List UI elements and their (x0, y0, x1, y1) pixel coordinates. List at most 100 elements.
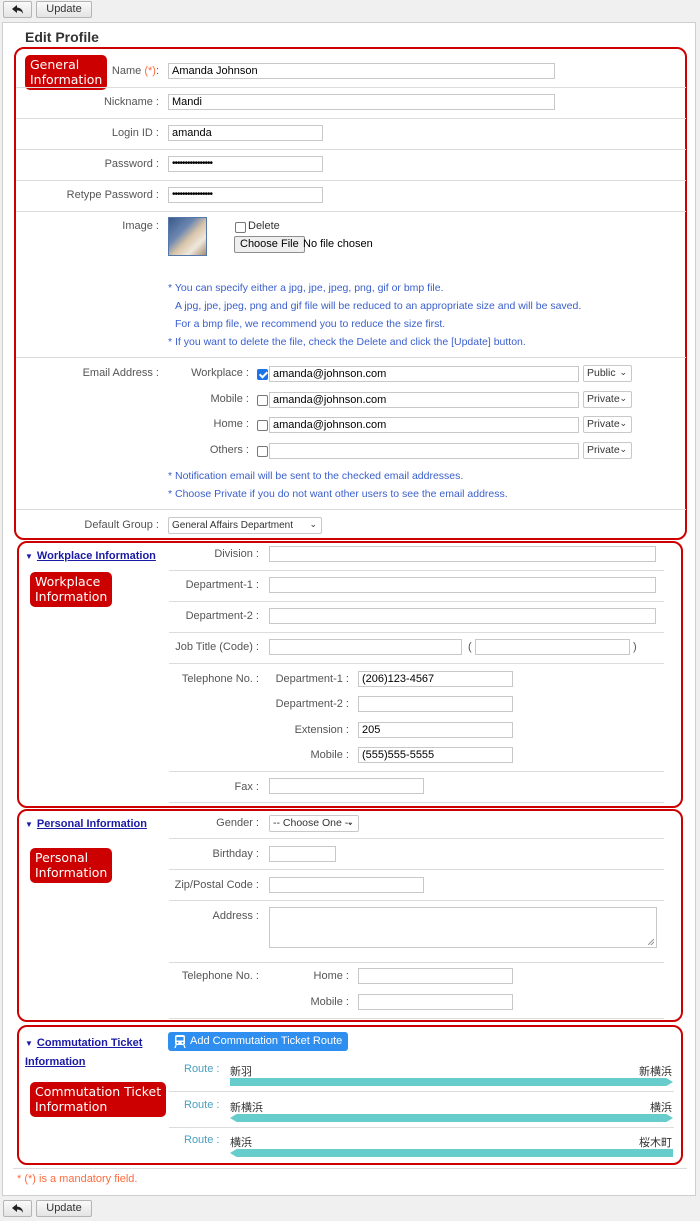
phone-dept2-label: Department-2 : (275, 698, 349, 710)
commutation-ticket-link[interactable]: ▼ Commutation Ticket Information (25, 1034, 142, 1071)
login-id-label: Login ID : (111, 127, 159, 139)
default-group-label: Default Group : (84, 519, 159, 531)
email-notify-checkbox[interactable] (257, 446, 268, 457)
personal-phone-mobile-input[interactable] (358, 994, 513, 1010)
department-1-input[interactable] (269, 577, 656, 593)
birthday-label: Birthday : (212, 848, 259, 860)
workplace-telephone-label: Telephone No. : (181, 673, 259, 685)
back-button[interactable] (3, 1, 32, 18)
gender-label: Gender : (216, 817, 259, 829)
job-title-input[interactable] (269, 639, 462, 655)
collapse-triangle-icon: ▼ (25, 1039, 33, 1048)
back-arrow-icon (11, 1204, 23, 1213)
back-button[interactable] (3, 1200, 32, 1217)
email-type-label: Home : (213, 418, 249, 430)
mandatory-field-note: * (*) is a mandatory field. (17, 1173, 138, 1185)
no-file-chosen-text: No file chosen (303, 238, 373, 250)
route-to: 新横浜 (639, 1066, 672, 1078)
route-from: 横浜 (230, 1137, 252, 1149)
password-input[interactable]: •••••••••••••••• (168, 156, 323, 172)
chevron-down-icon: ⌄ (619, 444, 627, 454)
choose-file-button[interactable]: Choose File (234, 236, 305, 253)
nickname-input[interactable]: Mandi (168, 94, 555, 110)
nickname-label: Nickname : (103, 96, 159, 108)
personal-information-tag: Personal Information (30, 848, 113, 883)
add-commutation-route-button[interactable]: Add Commutation Ticket Route (168, 1032, 349, 1051)
edit-profile-page: Edit Profile General Information Name (*… (2, 22, 696, 1196)
phone-dept1-input[interactable]: (206)123-4567 (358, 671, 513, 687)
login-id-input[interactable]: amanda (168, 125, 323, 141)
phone-mobile-label: Mobile : (310, 749, 349, 761)
phone-dept1-label: Department-1 : (275, 673, 349, 685)
phone-dept2-input[interactable] (358, 696, 513, 712)
birthday-input[interactable] (269, 846, 336, 862)
email-visibility-select[interactable]: Private ⌄ (583, 442, 632, 459)
route-from: 新羽 (230, 1066, 252, 1078)
job-title-label: Job Title (Code) : (175, 641, 259, 653)
image-note-4: * If you want to delete the file, check … (168, 336, 526, 348)
phone-extension-input[interactable]: 205 (358, 722, 513, 738)
fax-label: Fax : (234, 781, 259, 793)
personal-phone-home-label: Home : (313, 970, 349, 982)
phone-mobile-input[interactable]: (555)555-5555 (358, 747, 513, 763)
email-address-label: Email Address : (82, 367, 159, 379)
email-note-2: * Choose Private if you do not want othe… (168, 488, 508, 500)
personal-telephone-label: Telephone No. : (181, 970, 259, 982)
password-label: Password : (104, 158, 159, 170)
top-toolbar: Update (0, 0, 700, 22)
image-note-3: For a bmp file, we recommend you to redu… (175, 318, 446, 330)
retype-password-input[interactable]: •••••••••••••••• (168, 187, 323, 203)
paren-open: ( (468, 641, 472, 653)
fax-input[interactable] (269, 778, 424, 794)
email-visibility-select[interactable]: Private ⌄ (583, 391, 632, 408)
email-note-1: * Notification email will be sent to the… (168, 470, 464, 482)
personal-phone-home-input[interactable] (358, 968, 513, 984)
address-label: Address : (212, 910, 259, 922)
zip-code-input[interactable] (269, 877, 424, 893)
email-input[interactable]: amanda@johnson.com (269, 392, 579, 408)
personal-information-link[interactable]: ▼ Personal Information (25, 818, 147, 830)
update-button[interactable]: Update (36, 1, 92, 18)
email-visibility-select[interactable]: Public ⌄ (583, 365, 632, 382)
update-button[interactable]: Update (36, 1200, 92, 1217)
email-notify-checkbox[interactable] (257, 420, 268, 431)
page-title: Edit Profile (25, 29, 99, 45)
chevron-down-icon: ⌄ (346, 817, 354, 827)
email-input[interactable]: amanda@johnson.com (269, 366, 579, 382)
department-2-input[interactable] (269, 608, 656, 624)
route-to: 横浜 (650, 1102, 672, 1114)
workplace-information-tag: Workplace Information (30, 572, 113, 607)
chevron-down-icon: ⌄ (619, 393, 627, 403)
delete-image-checkbox[interactable] (235, 222, 246, 233)
department-1-label: Department-1 : (185, 579, 259, 591)
delete-image-label: Delete (248, 220, 280, 232)
route-bar (230, 1114, 673, 1122)
route-to: 桜木町 (639, 1137, 672, 1149)
image-note-2: A jpg, jpe, jpeg, png and gif file will … (175, 300, 582, 312)
back-arrow-icon (11, 5, 23, 14)
job-code-input[interactable] (475, 639, 630, 655)
email-type-label: Workplace : (191, 367, 249, 379)
email-visibility-select[interactable]: Private ⌄ (583, 416, 632, 433)
zip-code-label: Zip/Postal Code : (174, 879, 259, 891)
chevron-down-icon: ⌄ (309, 519, 317, 529)
name-label: Name (*): (111, 65, 159, 77)
workplace-information-link[interactable]: ▼ Workplace Information (25, 550, 156, 562)
email-notify-checkbox[interactable] (257, 369, 268, 380)
email-notify-checkbox[interactable] (257, 395, 268, 406)
route-label: Route : (184, 1063, 220, 1075)
email-type-label: Others : (209, 444, 249, 456)
default-group-select[interactable]: General Affairs Department ⌄ (168, 517, 322, 534)
image-label: Image : (122, 220, 159, 232)
image-note-1: * You can specify either a jpg, jpe, jpe… (168, 282, 444, 294)
gender-select[interactable]: -- Choose One -- ⌄ (269, 815, 359, 832)
division-input[interactable] (269, 546, 656, 562)
email-input[interactable]: amanda@johnson.com (269, 417, 579, 433)
address-textarea[interactable] (269, 907, 657, 948)
route-label: Route : (184, 1134, 220, 1146)
email-input[interactable] (269, 443, 579, 459)
commutation-ticket-tag: Commutation Ticket Information (30, 1082, 167, 1117)
name-input[interactable]: Amanda Johnson (168, 63, 555, 79)
personal-phone-mobile-label: Mobile : (310, 996, 349, 1008)
department-2-label: Department-2 : (185, 610, 259, 622)
